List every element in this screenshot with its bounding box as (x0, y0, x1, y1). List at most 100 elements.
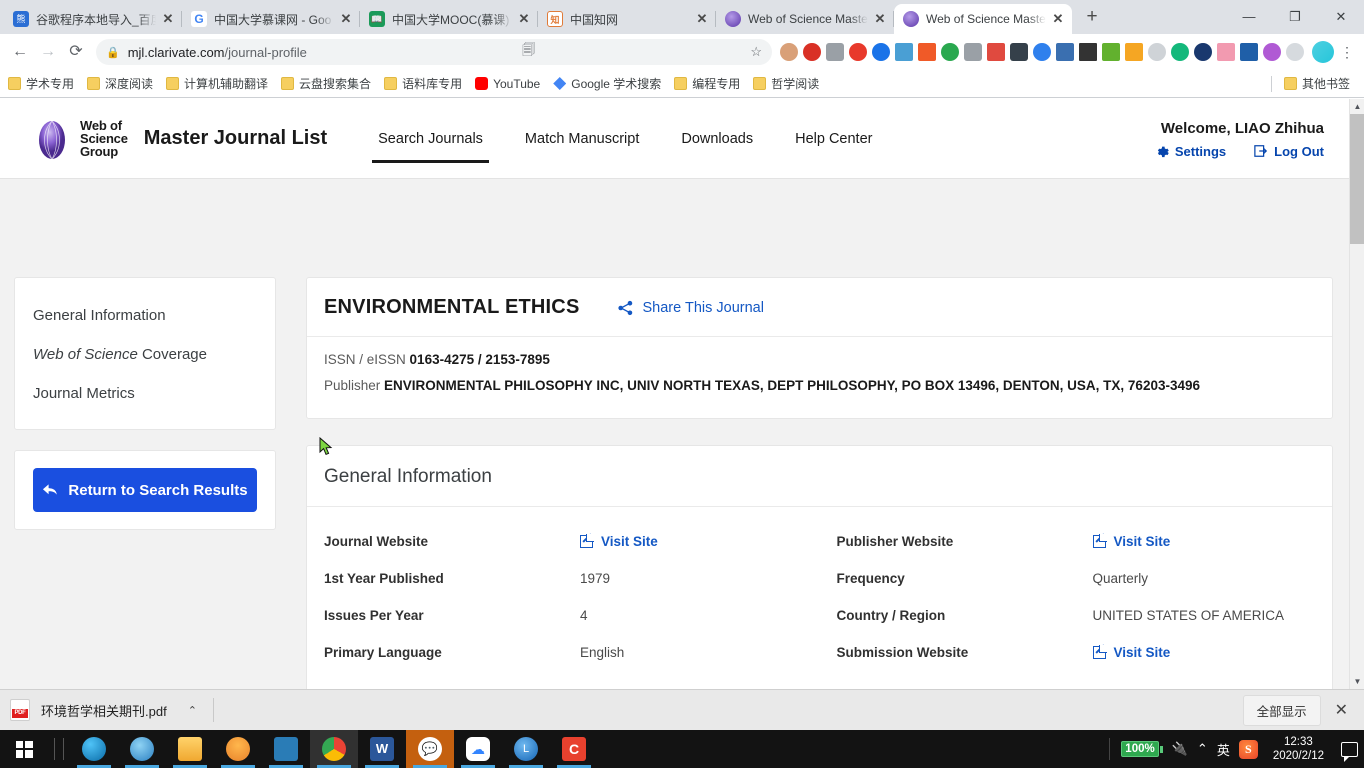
upload-extension-icon[interactable] (1031, 41, 1053, 63)
bookmark-item[interactable]: 计算机辅助翻译 (166, 75, 268, 92)
chevron-up-icon[interactable]: ⌃ (188, 704, 197, 717)
back-icon[interactable]: ← (6, 38, 34, 66)
scroll-up-button[interactable]: ▲ (1350, 99, 1364, 114)
flash-extension-icon[interactable] (962, 41, 984, 63)
grammarly-extension-icon[interactable] (1169, 41, 1191, 63)
chrome-icon[interactable] (310, 730, 358, 768)
translate-icon[interactable]: 🗐 (514, 41, 535, 63)
bookmark-item[interactable]: 云盘搜索集合 (281, 75, 371, 92)
magnifier-extension-icon[interactable] (1146, 41, 1168, 63)
maximize-button[interactable]: ❐ (1272, 0, 1318, 34)
sidebar-item-general-information[interactable]: General Information (15, 296, 275, 335)
adblock-extension-icon[interactable] (801, 41, 823, 63)
bookmark-item[interactable]: 其他书签 (1283, 75, 1350, 92)
snipaste-icon[interactable] (262, 730, 310, 768)
translate-extension-icon[interactable] (870, 41, 892, 63)
submission-website-visit-site-link[interactable]: Visit Site (1092, 645, 1170, 660)
browser-tab[interactable]: 熊 谷歌程序本地导入_百度 ✕ (4, 4, 182, 34)
coupon-extension-icon[interactable] (985, 41, 1007, 63)
save-extension-icon[interactable] (1100, 41, 1122, 63)
parrot-app-icon[interactable] (118, 730, 166, 768)
mask-extension-icon[interactable] (1008, 41, 1030, 63)
show-all-downloads-button[interactable]: 全部显示 (1242, 694, 1321, 726)
battery-icon[interactable]: 100% (1121, 741, 1163, 757)
browser-tab[interactable]: 📖 中国大学MOOC(慕课) ✕ (360, 4, 538, 34)
share-this-journal-link[interactable]: Share This Journal (617, 300, 764, 316)
taskbar-clock[interactable]: 12:33 2020/2/12 (1267, 735, 1330, 763)
download-item[interactable]: PDF 环境哲学相关期刊.pdf ⌃ (10, 699, 197, 721)
word-icon[interactable]: W (358, 730, 406, 768)
browser-tab[interactable]: G 中国大学慕课网 - Goo ✕ (182, 4, 360, 34)
minimize-button[interactable]: — (1226, 0, 1272, 34)
dictionary-extension-icon[interactable] (893, 41, 915, 63)
box-extension-icon[interactable] (1261, 41, 1283, 63)
scrollbar-thumb[interactable] (1350, 114, 1364, 244)
close-icon[interactable]: ✕ (1050, 11, 1066, 27)
ime-indicator[interactable]: 英 (1217, 740, 1230, 759)
rss-extension-icon[interactable] (1123, 41, 1145, 63)
forward-icon[interactable]: → (34, 38, 62, 66)
notification-icon[interactable] (1341, 741, 1358, 762)
bookmark-item[interactable]: 语料库专用 (384, 75, 462, 92)
sidebar-item-journal-metrics[interactable]: Journal Metrics (15, 374, 275, 413)
bookmark-item[interactable]: 深度阅读 (87, 75, 153, 92)
sidebar-item-wos-coverage[interactable]: Web of Science Coverage (15, 335, 275, 374)
bookmark-item[interactable]: Google 学术搜索 (553, 75, 661, 92)
page-scrollbar[interactable]: ▲ ▼ (1349, 99, 1364, 689)
sogou-ime-icon[interactable]: S (1238, 739, 1258, 759)
close-icon[interactable]: ✕ (516, 11, 532, 27)
cajviewer-icon[interactable]: C (550, 730, 598, 768)
tv-extension-icon[interactable] (1215, 41, 1237, 63)
file-explorer-icon[interactable] (166, 730, 214, 768)
logout-link[interactable]: Log Out (1254, 144, 1324, 159)
close-icon[interactable]: ✕ (1335, 700, 1354, 720)
publisher-website-visit-site-link[interactable]: Visit Site (1092, 534, 1170, 549)
settings-link[interactable]: Settings (1155, 144, 1226, 159)
stop-extension-icon[interactable] (847, 41, 869, 63)
taskbar-grip[interactable] (54, 738, 64, 760)
new-tab-button[interactable]: + (1078, 4, 1106, 32)
edge-icon[interactable] (70, 730, 118, 768)
close-icon[interactable]: ✕ (160, 11, 176, 27)
close-icon[interactable]: ✕ (872, 11, 888, 27)
return-to-search-results-button[interactable]: Return to Search Results (33, 468, 257, 512)
close-window-button[interactable]: ✕ (1318, 0, 1364, 34)
bookmark-item[interactable]: 哲学阅读 (753, 75, 819, 92)
wos-logo[interactable]: Web of Science Group (30, 116, 128, 162)
close-icon[interactable]: ✕ (338, 11, 354, 27)
address-bar[interactable]: 🔒 mjl.clarivate.com/journal-profile 🗐 ☆ (96, 39, 772, 65)
note-extension-icon[interactable] (1054, 41, 1076, 63)
profile-avatar[interactable] (1312, 41, 1334, 63)
nav-help-center[interactable]: Help Center (774, 99, 893, 179)
other-bookmarks[interactable]: 其他书签 (1270, 75, 1356, 92)
reload-icon[interactable]: ⟳ (62, 38, 90, 66)
bookmark-item[interactable]: 学术专用 (8, 75, 74, 92)
nav-downloads[interactable]: Downloads (660, 99, 774, 179)
speaker-extension-icon[interactable] (939, 41, 961, 63)
kebab-menu-icon[interactable]: ⋮ (1336, 45, 1358, 59)
chevron-up-icon[interactable]: ⌃ (1197, 741, 1208, 757)
wechat-icon[interactable]: 💬 (406, 730, 454, 768)
power-plug-icon[interactable]: 🔌 (1172, 741, 1188, 757)
baidu-netdisk-icon[interactable]: ☁ (454, 730, 502, 768)
browser-tab[interactable]: Web of Science Maste ✕ (716, 4, 894, 34)
journal-website-visit-site-link[interactable]: Visit Site (580, 534, 658, 549)
nav-search-journals[interactable]: Search Journals (357, 99, 504, 179)
browser-tab-active[interactable]: Web of Science Maste ✕ (894, 4, 1072, 34)
monkey-extension-icon[interactable] (778, 41, 800, 63)
nav-match-manuscript[interactable]: Match Manuscript (504, 99, 660, 179)
scroll-down-button[interactable]: ▼ (1350, 674, 1364, 689)
shield-extension-icon[interactable] (824, 41, 846, 63)
bookmark-item[interactable]: YouTube (475, 77, 540, 91)
bookmark-extension-icon[interactable] (916, 41, 938, 63)
windows-start-icon[interactable] (0, 730, 48, 768)
pepsi-extension-icon[interactable] (1192, 41, 1214, 63)
clock-app-icon[interactable]: L (502, 730, 550, 768)
bookmark-item[interactable]: 编程专用 (674, 75, 740, 92)
everything-search-icon[interactable] (214, 730, 262, 768)
sogou-extension-icon[interactable] (1238, 41, 1260, 63)
browser-tab[interactable]: 知 中国知网 ✕ (538, 4, 716, 34)
qrcode-extension-icon[interactable] (1077, 41, 1099, 63)
search-extension-icon[interactable] (1284, 41, 1306, 63)
star-icon[interactable]: ☆ (742, 44, 762, 60)
